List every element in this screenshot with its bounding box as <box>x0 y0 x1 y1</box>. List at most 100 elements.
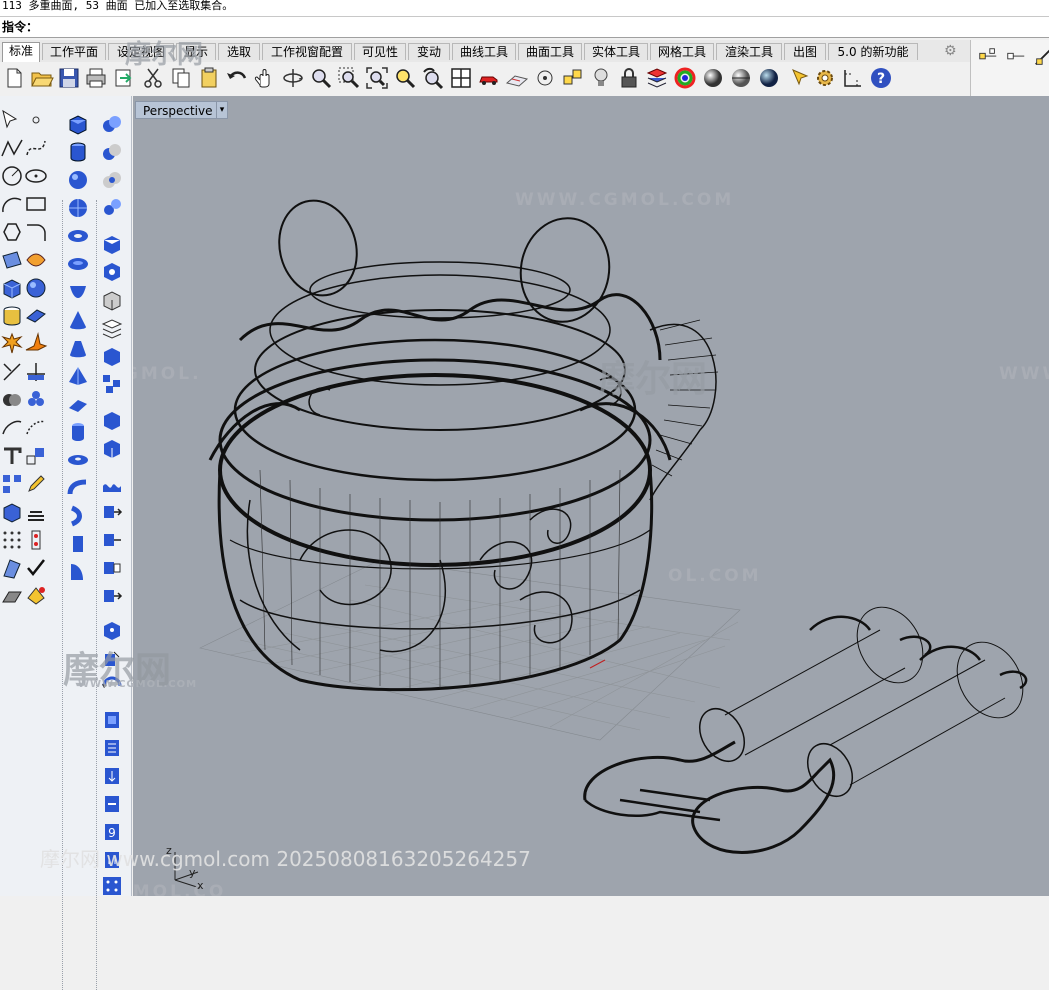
paint-icon[interactable] <box>789 66 813 90</box>
undo-view-icon[interactable] <box>421 66 445 90</box>
pan-icon[interactable] <box>252 66 276 90</box>
gumball-icon[interactable] <box>100 618 124 642</box>
box-icon[interactable] <box>0 276 24 300</box>
move-face-icon[interactable] <box>100 500 124 524</box>
select-arrow-icon[interactable] <box>0 108 24 132</box>
rotate-view-icon[interactable] <box>281 66 305 90</box>
cap-icon[interactable] <box>100 232 124 256</box>
four-viewports-icon[interactable] <box>449 66 473 90</box>
polyline-icon[interactable] <box>0 136 24 160</box>
solid-torus2-icon[interactable] <box>66 252 90 276</box>
arc-icon[interactable] <box>0 192 24 216</box>
viewport-title-tab[interactable]: Perspective <box>135 101 218 119</box>
burst-icon[interactable] <box>24 332 48 356</box>
polygon-icon[interactable] <box>0 220 24 244</box>
solid-scatter-icon[interactable] <box>100 372 124 396</box>
lock-icon[interactable] <box>617 66 641 90</box>
tab-curve-tools[interactable]: 曲线工具 <box>452 43 516 60</box>
split-icon[interactable] <box>24 360 48 384</box>
circle-icon[interactable] <box>0 164 24 188</box>
squish-icon[interactable] <box>100 736 124 760</box>
extrude-icon[interactable] <box>0 584 24 608</box>
tab-drafting[interactable]: 出图 <box>784 43 826 60</box>
cplane-icon[interactable] <box>505 66 529 90</box>
save-icon[interactable] <box>57 66 81 90</box>
bend-icon[interactable]: 9 <box>100 820 124 844</box>
unroll-icon[interactable] <box>100 708 124 732</box>
split-face-icon[interactable] <box>100 584 124 608</box>
curve-from-object-icon[interactable] <box>0 416 24 440</box>
loft-icon[interactable] <box>0 556 24 580</box>
solid-pipe-icon[interactable] <box>66 476 90 500</box>
intersection-icon[interactable] <box>100 168 124 192</box>
boolean-diff-icon[interactable] <box>24 388 48 412</box>
solid-round-icon[interactable] <box>66 560 90 584</box>
layer-icon[interactable] <box>645 66 669 90</box>
union-icon[interactable] <box>100 112 124 136</box>
sphere-icon[interactable] <box>24 276 48 300</box>
array-icon[interactable] <box>0 472 24 496</box>
print-icon[interactable] <box>84 66 108 90</box>
solid-fillet-icon[interactable] <box>100 436 124 460</box>
color-icon[interactable] <box>673 66 697 90</box>
tab-cplanes[interactable]: 工作平面 <box>42 43 106 60</box>
boolean-union-icon[interactable] <box>0 388 24 412</box>
solid-truncated-cone-icon[interactable] <box>66 336 90 360</box>
sphere-blue-icon[interactable] <box>757 66 781 90</box>
solid-pyramid-icon[interactable] <box>66 364 90 388</box>
open-file-icon[interactable] <box>30 66 54 90</box>
check-icon[interactable] <box>24 556 48 580</box>
paint-bucket-icon[interactable] <box>24 584 48 608</box>
scale-icon[interactable] <box>24 444 48 468</box>
tab-transform[interactable]: 变动 <box>408 43 450 60</box>
sphere-render-icon[interactable] <box>729 66 753 90</box>
select-points-icon[interactable] <box>561 66 585 90</box>
solid-tube-icon[interactable] <box>66 420 90 444</box>
gear-icon[interactable] <box>813 66 837 90</box>
difference-icon[interactable] <box>100 140 124 164</box>
tab-settings-gear-icon[interactable]: ⚙ <box>944 43 960 59</box>
ellipse-icon[interactable] <box>24 164 48 188</box>
solid-sphere-icon[interactable] <box>66 168 90 192</box>
tab-new-in-v5[interactable]: 5.0 的新功能 <box>828 43 918 60</box>
tab-solid-tools[interactable]: 实体工具 <box>584 43 648 60</box>
solid-slab-icon[interactable] <box>100 288 124 312</box>
surface-patch-icon[interactable] <box>24 304 48 328</box>
tab-surface-tools[interactable]: 曲面工具 <box>518 43 582 60</box>
point-small-icon[interactable] <box>24 108 48 132</box>
offset-curve-icon[interactable] <box>24 416 48 440</box>
flow-icon[interactable] <box>100 764 124 788</box>
solid-ellipsoid-icon[interactable] <box>66 196 90 220</box>
car-icon[interactable] <box>477 66 501 90</box>
solid-layers-icon[interactable] <box>100 316 124 340</box>
point-icon[interactable] <box>533 66 557 90</box>
solid-cone-icon[interactable] <box>66 308 90 332</box>
move-edge-icon[interactable] <box>100 528 124 552</box>
solid-wedge-icon[interactable] <box>66 392 90 416</box>
points-red-icon[interactable] <box>24 528 48 552</box>
undo-icon[interactable] <box>225 66 249 90</box>
edit-pen-icon[interactable] <box>24 472 48 496</box>
dots-grid-icon[interactable] <box>100 874 124 898</box>
fillet-curve-icon[interactable] <box>24 220 48 244</box>
solid-disk-icon[interactable] <box>66 448 90 472</box>
solid-cylinder-icon[interactable] <box>66 140 90 164</box>
surface-edge-icon[interactable] <box>24 248 48 272</box>
tab-select[interactable]: 选取 <box>218 43 260 60</box>
help-icon[interactable]: ? <box>869 66 893 90</box>
tab-visibility[interactable]: 可见性 <box>354 43 406 60</box>
solid-twist-icon[interactable] <box>66 504 90 528</box>
snap-near-icon[interactable] <box>1005 46 1027 68</box>
solid-flat-icon[interactable] <box>66 532 90 556</box>
zoom-selected-icon[interactable] <box>393 66 417 90</box>
trim-icon[interactable] <box>0 360 24 384</box>
explode-icon[interactable] <box>0 332 24 356</box>
solid-wave-icon[interactable] <box>100 472 124 496</box>
snap-end-icon[interactable] <box>977 46 999 68</box>
tab-render-tools[interactable]: 渲染工具 <box>716 43 782 60</box>
solid-torus-icon[interactable] <box>66 224 90 248</box>
extract-surface-icon[interactable] <box>100 556 124 580</box>
text-icon[interactable] <box>0 444 24 468</box>
solid-box-blue-icon[interactable] <box>66 112 90 136</box>
solid-cube-outline-icon[interactable] <box>100 344 124 368</box>
